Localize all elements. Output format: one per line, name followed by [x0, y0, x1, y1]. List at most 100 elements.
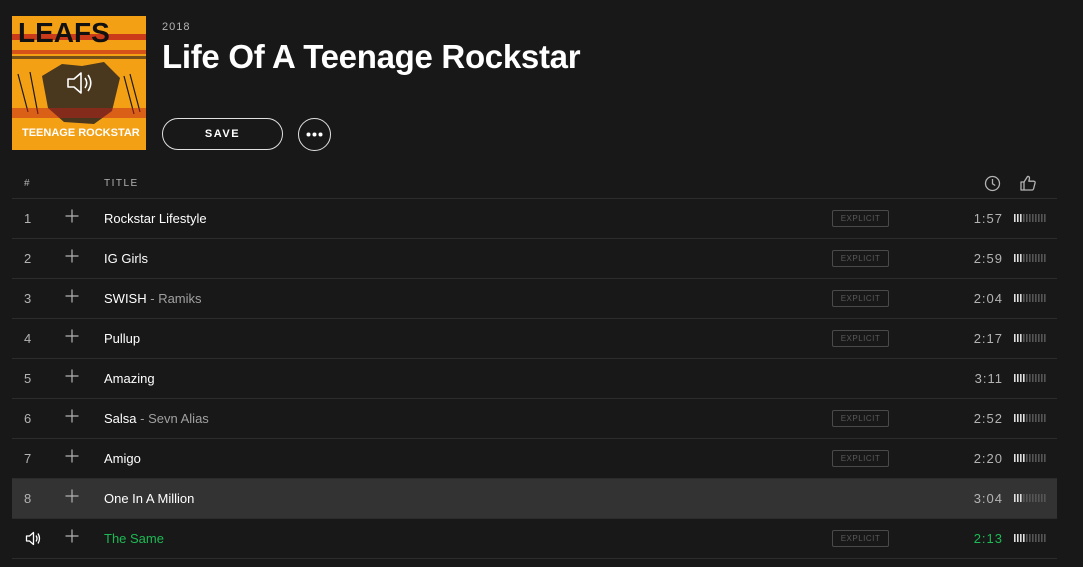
popularity-bar: [1044, 214, 1046, 222]
popularity-bar: [1029, 254, 1031, 262]
popularity-bars: [1014, 254, 1046, 262]
cover-subtitle-text: TEENAGE ROCKSTAR: [22, 127, 140, 139]
track-title-cell[interactable]: The Same: [104, 531, 164, 546]
add-track-icon[interactable]: [65, 249, 79, 263]
popularity-meter: [1014, 454, 1047, 462]
add-track-icon[interactable]: [65, 489, 79, 503]
popularity-bar: [1014, 494, 1016, 502]
popularity-bar: [1044, 454, 1046, 462]
featured-artist-link[interactable]: Ramiks: [158, 291, 201, 306]
artist-separator: -: [146, 291, 159, 306]
album-cover[interactable]: LEAFS TEENAGE ROCKSTAR: [12, 16, 146, 150]
track-title-cell[interactable]: SWISH - Ramiks: [104, 291, 202, 306]
track-title-cell[interactable]: IG Girls: [104, 251, 148, 266]
track-number: 6: [24, 411, 32, 426]
tracklist-header: # TITLE: [12, 168, 1057, 199]
track-row[interactable]: 1 Rockstar Lifestyle EXPLICIT 1:57: [12, 199, 1057, 239]
popularity-bar: [1029, 214, 1031, 222]
popularity-bar: [1038, 374, 1040, 382]
track-title-cell[interactable]: Rockstar Lifestyle: [104, 211, 207, 226]
popularity-bar: [1020, 294, 1022, 302]
column-header-title[interactable]: TITLE: [104, 178, 139, 189]
popularity-bar: [1044, 294, 1046, 302]
popularity-bar: [1032, 214, 1034, 222]
track-row[interactable]: 5 Amazing 3:11: [12, 359, 1057, 399]
popularity-bar: [1014, 454, 1016, 462]
popularity-bar: [1032, 374, 1034, 382]
track-duration: 3:11: [974, 371, 1003, 386]
popularity-bar: [1044, 254, 1046, 262]
popularity-bar: [1044, 494, 1046, 502]
thumbs-up-icon[interactable]: [1019, 174, 1037, 192]
popularity-bar: [1038, 294, 1040, 302]
popularity-bars: [1014, 294, 1046, 302]
featured-artist-link[interactable]: Sevn Alias: [148, 411, 209, 426]
popularity-bar: [1017, 414, 1019, 422]
add-track-icon[interactable]: [65, 369, 79, 383]
track-row[interactable]: The Same EXPLICIT 2:13: [12, 519, 1057, 559]
add-track-icon[interactable]: [65, 449, 79, 463]
popularity-bar: [1017, 254, 1019, 262]
add-track-icon[interactable]: [65, 289, 79, 303]
add-track-icon[interactable]: [65, 409, 79, 423]
add-track-icon[interactable]: [65, 329, 79, 343]
explicit-badge: EXPLICIT: [832, 210, 889, 227]
popularity-bar: [1038, 254, 1040, 262]
track-row[interactable]: 2 IG Girls EXPLICIT 2:59: [12, 239, 1057, 279]
track-row[interactable]: 4 Pullup EXPLICIT 2:17: [12, 319, 1057, 359]
popularity-bars: [1014, 534, 1046, 542]
popularity-bar: [1014, 254, 1016, 262]
popularity-bar: [1041, 374, 1043, 382]
track-row[interactable]: 3 SWISH - Ramiks EXPLICIT 2:04: [12, 279, 1057, 319]
popularity-bar: [1017, 494, 1019, 502]
album-title: Life Of A Teenage Rockstar: [162, 38, 581, 75]
track-title-cell[interactable]: Amigo: [104, 451, 141, 466]
track-title-cell[interactable]: Pullup: [104, 331, 140, 346]
popularity-bar: [1026, 294, 1028, 302]
popularity-bars: [1014, 334, 1046, 342]
popularity-bar: [1032, 494, 1034, 502]
track-title: IG Girls: [104, 251, 149, 266]
more-options-button[interactable]: [298, 118, 331, 151]
clock-icon[interactable]: [984, 175, 1001, 192]
popularity-bar: [1023, 414, 1025, 422]
popularity-bar: [1035, 294, 1037, 302]
popularity-meter: [1014, 494, 1047, 502]
track-row[interactable]: 7 Amigo EXPLICIT 2:20: [12, 439, 1057, 479]
track-duration: 1:57: [973, 211, 1003, 226]
popularity-meter: [1014, 334, 1047, 342]
now-playing-speaker-icon[interactable]: [25, 531, 42, 546]
popularity-bar: [1041, 334, 1043, 342]
track-number: 7: [24, 451, 32, 466]
track-title: Rockstar Lifestyle: [104, 211, 207, 226]
popularity-bar: [1038, 414, 1040, 422]
track-row[interactable]: 6 Salsa - Sevn Alias EXPLICIT 2:52: [12, 399, 1057, 439]
popularity-bar: [1023, 534, 1025, 542]
track-title-cell[interactable]: Salsa - Sevn Alias: [104, 411, 209, 426]
popularity-bar: [1020, 534, 1022, 542]
popularity-bar: [1035, 454, 1037, 462]
popularity-bar: [1014, 334, 1016, 342]
column-header-number: #: [24, 178, 30, 189]
track-row[interactable]: 8 One In A Million 3:04: [12, 479, 1057, 519]
popularity-bar: [1035, 374, 1037, 382]
save-button[interactable]: SAVE: [162, 118, 283, 150]
popularity-bar: [1017, 534, 1019, 542]
track-title-cell[interactable]: One In A Million: [104, 491, 194, 506]
add-track-icon[interactable]: [65, 209, 79, 223]
explicit-badge: EXPLICIT: [832, 290, 889, 307]
popularity-bar: [1044, 374, 1046, 382]
popularity-bar: [1029, 534, 1031, 542]
track-duration: 2:13: [973, 531, 1003, 546]
track-duration: 2:04: [973, 291, 1003, 306]
popularity-bar: [1041, 254, 1043, 262]
add-track-icon[interactable]: [65, 529, 79, 543]
popularity-bar: [1038, 454, 1040, 462]
popularity-bar: [1020, 494, 1022, 502]
popularity-bar: [1017, 214, 1019, 222]
popularity-bar: [1014, 214, 1016, 222]
popularity-bars: [1014, 454, 1046, 462]
track-title-cell[interactable]: Amazing: [104, 371, 155, 386]
cover-logo-text: LEAFS: [18, 17, 110, 48]
popularity-bar: [1017, 334, 1019, 342]
